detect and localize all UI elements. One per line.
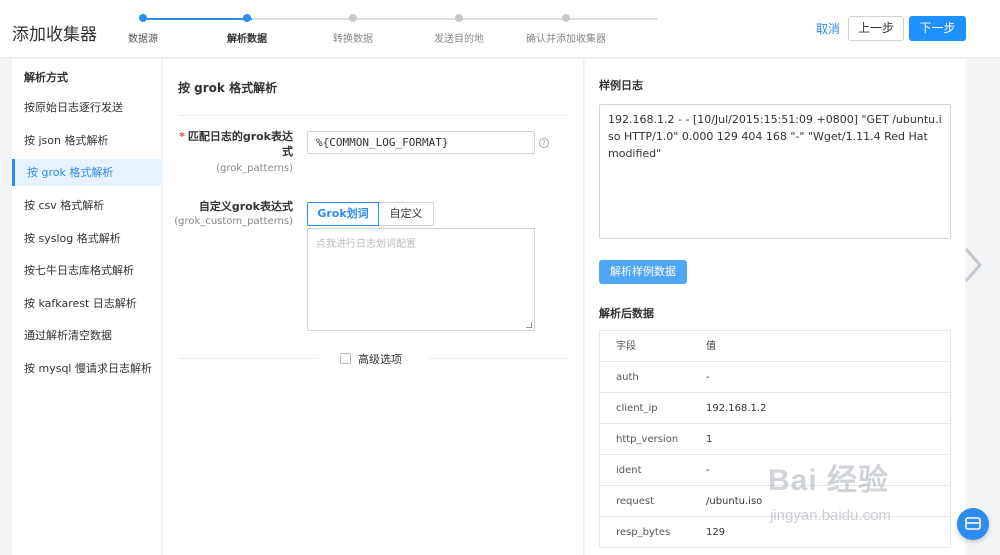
step-label: 数据源 [128, 34, 158, 45]
sidebar-item-csv[interactable]: 按 csv 格式解析 [12, 192, 162, 219]
resize-handle[interactable] [526, 322, 532, 328]
step-label: 转换数据 [333, 34, 373, 45]
step-dot [349, 14, 357, 22]
step-dot [455, 14, 463, 22]
table-header-row: 字段 值 [600, 331, 950, 362]
step-dot [139, 14, 147, 22]
custom-pattern-label: 自定义grok表达式 [198, 200, 293, 213]
grok-config-panel: 按 grok 格式解析 * 匹配日志的grok表达 式 (grok_pattern… [163, 59, 584, 555]
field-value: 1 [706, 434, 713, 445]
sample-log-text: 192.168.1.2 - - [10/Jul/2015:15:51:09 +0… [608, 113, 942, 160]
required-mark: * [179, 130, 185, 143]
custom-pattern-sublabel: (grok_custom_patterns) [174, 216, 293, 227]
sidebar-item-clear[interactable]: 通过解析清空数据 [12, 322, 162, 349]
column-header-value: 值 [706, 341, 716, 352]
sidebar-item-mysql[interactable]: 按 mysql 慢请求日志解析 [12, 355, 162, 382]
table-row: request /ubuntu.iso [600, 486, 950, 517]
parsed-data-table: 字段 值 auth - client_ip 192.168.1.2 http_v… [599, 330, 951, 548]
header-bar: 添加收集器 数据源 解析数据 转换数据 发送目的地 确认并添加收集器 取消 上一… [0, 0, 1000, 58]
sidebar-title: 解析方式 [24, 71, 68, 84]
field-name: client_ip [616, 403, 658, 414]
step-dot [562, 14, 570, 22]
cancel-button[interactable]: 取消 [809, 17, 847, 41]
field-name: http_version [616, 434, 679, 445]
step-label: 发送目的地 [434, 34, 484, 45]
tab-grok-tokenize[interactable]: Grok划词 [307, 202, 379, 226]
table-row: auth - [600, 362, 950, 393]
column-header-field: 字段 [616, 341, 636, 352]
grok-pattern-label: * 匹配日志的grok表达 式 [178, 129, 293, 159]
step-label: 解析数据 [227, 34, 267, 45]
parse-sample-button[interactable]: 解析样例数据 [599, 260, 687, 284]
sidebar-item-grok[interactable]: 按 grok 格式解析 [12, 159, 162, 186]
custom-pattern-textarea[interactable]: 点我进行日志划词配置 [307, 228, 535, 331]
sidebar-item-qiniu[interactable]: 按七牛日志库格式解析 [12, 257, 162, 284]
table-row: http_version 1 [600, 424, 950, 455]
section-title: 按 grok 格式解析 [178, 81, 278, 95]
chat-icon[interactable] [957, 508, 989, 540]
textarea-placeholder: 点我进行日志划词配置 [316, 239, 416, 250]
divider [178, 358, 318, 359]
step-label: 确认并添加收集器 [526, 34, 606, 45]
sample-log-title: 样例日志 [599, 79, 643, 92]
divider [178, 115, 568, 116]
step-line-1 [147, 18, 252, 20]
table-row: ident - [600, 455, 950, 486]
parse-method-sidebar: 解析方式 按原始日志逐行发送 按 json 格式解析 按 grok 格式解析 按… [12, 59, 162, 555]
step-progress: 数据源 解析数据 转换数据 发送目的地 确认并添加收集器 [100, 10, 660, 50]
prev-step-button[interactable]: 上一步 [848, 16, 904, 41]
field-name: resp_bytes [616, 527, 671, 538]
sidebar-item-raw[interactable]: 按原始日志逐行发送 [12, 94, 162, 121]
label-line: 式 [282, 145, 293, 158]
divider [428, 358, 568, 359]
field-name: request [616, 496, 655, 507]
tab-custom[interactable]: 自定义 [378, 202, 434, 226]
label-line: 匹配日志的grok表达 [187, 130, 293, 143]
next-step-button[interactable]: 下一步 [909, 16, 966, 41]
page-title: 添加收集器 [12, 25, 97, 45]
advanced-options-checkbox[interactable] [340, 353, 351, 364]
advanced-options-label[interactable]: 高级选项 [358, 351, 402, 367]
chevron-right-icon[interactable] [958, 245, 988, 285]
help-icon[interactable]: ? [539, 138, 549, 148]
grok-pattern-sublabel: (grok_patterns) [216, 163, 293, 174]
field-value: - [706, 465, 710, 476]
field-value: - [706, 372, 710, 383]
table-row: resp_bytes 129 [600, 517, 950, 548]
parsed-data-title: 解析后数据 [599, 307, 654, 320]
step-dot [243, 14, 251, 22]
field-value: /ubuntu.iso [706, 496, 763, 507]
field-name: auth [616, 372, 639, 383]
sample-panel: 样例日志 192.168.1.2 - - [10/Jul/2015:15:51:… [585, 59, 965, 555]
field-value: 129 [706, 527, 726, 538]
sidebar-item-kafkarest[interactable]: 按 kafkarest 日志解析 [12, 290, 162, 317]
grok-pattern-input[interactable]: %{COMMON_LOG_FORMAT} [307, 131, 535, 154]
sidebar-item-syslog[interactable]: 按 syslog 格式解析 [12, 225, 162, 252]
sidebar-item-json[interactable]: 按 json 格式解析 [12, 127, 162, 154]
sample-log-textarea[interactable]: 192.168.1.2 - - [10/Jul/2015:15:51:09 +0… [599, 104, 951, 239]
table-row: client_ip 192.168.1.2 [600, 393, 950, 424]
field-name: ident [616, 465, 642, 476]
field-value: 192.168.1.2 [706, 403, 767, 414]
